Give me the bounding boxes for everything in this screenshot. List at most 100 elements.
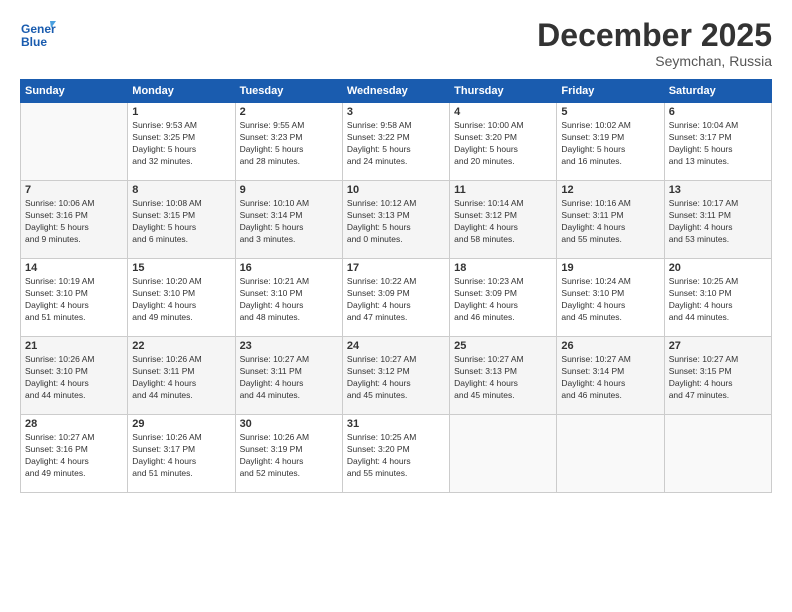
calendar-cell: 25 Sunrise: 10:27 AM Sunset: 3:13 PM Dayl… xyxy=(450,337,557,415)
header-day: Saturday xyxy=(664,80,771,103)
calendar-week-row: 1 Sunrise: 9:53 AM Sunset: 3:25 PM Daylig… xyxy=(21,103,772,181)
header-row: SundayMondayTuesdayWednesdayThursdayFrid… xyxy=(21,80,772,103)
calendar-cell: 6Sunrise: 10:04 AM Sunset: 3:17 PM Dayli… xyxy=(664,103,771,181)
calendar-week-row: 7 Sunrise: 10:06 AM Sunset: 3:16 PM Dayli… xyxy=(21,181,772,259)
day-info: Sunrise: 10:06 AM Sunset: 3:16 PM Daylig… xyxy=(25,198,123,246)
day-number: 3 xyxy=(347,106,445,118)
header-day: Thursday xyxy=(450,80,557,103)
day-number: 16 xyxy=(240,262,338,274)
title-block: December 2025 Seymchan, Russia xyxy=(537,18,772,69)
calendar-cell: 20Sunrise: 10:25 AM Sunset: 3:10 PM Dayl… xyxy=(664,259,771,337)
day-info: Sunrise: 10:16 AM Sunset: 3:11 PM Daylig… xyxy=(561,198,659,246)
calendar-cell: 18 Sunrise: 10:23 AM Sunset: 3:09 PM Dayl… xyxy=(450,259,557,337)
day-number: 30 xyxy=(240,418,338,430)
calendar-week-row: 14 Sunrise: 10:19 AM Sunset: 3:10 PM Dayl… xyxy=(21,259,772,337)
day-info: Sunrise: 10:27 AM Sunset: 3:15 PM Daylig… xyxy=(669,354,767,402)
logo-svg: General Blue xyxy=(20,18,56,54)
day-info: Sunrise: 10:26 AM Sunset: 3:17 PM Daylig… xyxy=(132,432,230,480)
calendar-cell: 19 Sunrise: 10:24 AM Sunset: 3:10 PM Dayl… xyxy=(557,259,664,337)
day-number: 12 xyxy=(561,184,659,196)
calendar-cell: 3 Sunrise: 9:58 AM Sunset: 3:22 PM Daylig… xyxy=(342,103,449,181)
calendar-cell: 4 Sunrise: 10:00 AM Sunset: 3:20 PM Dayli… xyxy=(450,103,557,181)
day-number: 13 xyxy=(669,184,767,196)
calendar-cell: 11 Sunrise: 10:14 AM Sunset: 3:12 PM Dayl… xyxy=(450,181,557,259)
svg-text:Blue: Blue xyxy=(21,35,47,49)
header-day: Sunday xyxy=(21,80,128,103)
day-info: Sunrise: 10:27 AM Sunset: 3:16 PM Daylig… xyxy=(25,432,123,480)
header: General Blue December 2025 Seymchan, Rus… xyxy=(20,18,772,69)
day-number: 28 xyxy=(25,418,123,430)
day-info: Sunrise: 10:19 AM Sunset: 3:10 PM Daylig… xyxy=(25,276,123,324)
calendar-table: SundayMondayTuesdayWednesdayThursdayFrid… xyxy=(20,79,772,493)
day-info: Sunrise: 10:00 AM Sunset: 3:20 PM Daylig… xyxy=(454,120,552,168)
day-number: 8 xyxy=(132,184,230,196)
day-info: Sunrise: 10:21 AM Sunset: 3:10 PM Daylig… xyxy=(240,276,338,324)
day-number: 19 xyxy=(561,262,659,274)
day-info: Sunrise: 10:17 AM Sunset: 3:11 PM Daylig… xyxy=(669,198,767,246)
day-number: 10 xyxy=(347,184,445,196)
calendar-cell: 16 Sunrise: 10:21 AM Sunset: 3:10 PM Dayl… xyxy=(235,259,342,337)
calendar-cell: 14 Sunrise: 10:19 AM Sunset: 3:10 PM Dayl… xyxy=(21,259,128,337)
day-info: Sunrise: 10:27 AM Sunset: 3:12 PM Daylig… xyxy=(347,354,445,402)
calendar-cell: 17 Sunrise: 10:22 AM Sunset: 3:09 PM Dayl… xyxy=(342,259,449,337)
day-number: 25 xyxy=(454,340,552,352)
calendar-cell: 8Sunrise: 10:08 AM Sunset: 3:15 PM Dayli… xyxy=(128,181,235,259)
day-number: 4 xyxy=(454,106,552,118)
day-info: Sunrise: 10:26 AM Sunset: 3:10 PM Daylig… xyxy=(25,354,123,402)
calendar-cell: 29 Sunrise: 10:26 AM Sunset: 3:17 PM Dayl… xyxy=(128,415,235,493)
calendar-cell: 9 Sunrise: 10:10 AM Sunset: 3:14 PM Dayli… xyxy=(235,181,342,259)
logo: General Blue xyxy=(20,18,56,54)
calendar-cell: 15 Sunrise: 10:20 AM Sunset: 3:10 PM Dayl… xyxy=(128,259,235,337)
day-number: 21 xyxy=(25,340,123,352)
day-info: Sunrise: 10:25 AM Sunset: 3:20 PM Daylig… xyxy=(347,432,445,480)
calendar-cell: 5Sunrise: 10:02 AM Sunset: 3:19 PM Dayli… xyxy=(557,103,664,181)
day-info: Sunrise: 10:26 AM Sunset: 3:19 PM Daylig… xyxy=(240,432,338,480)
day-number: 7 xyxy=(25,184,123,196)
day-number: 22 xyxy=(132,340,230,352)
day-info: Sunrise: 10:14 AM Sunset: 3:12 PM Daylig… xyxy=(454,198,552,246)
day-number: 29 xyxy=(132,418,230,430)
calendar-cell: 24 Sunrise: 10:27 AM Sunset: 3:12 PM Dayl… xyxy=(342,337,449,415)
day-number: 5 xyxy=(561,106,659,118)
calendar-cell: 21 Sunrise: 10:26 AM Sunset: 3:10 PM Dayl… xyxy=(21,337,128,415)
day-number: 15 xyxy=(132,262,230,274)
day-number: 1 xyxy=(132,106,230,118)
calendar-cell xyxy=(21,103,128,181)
day-info: Sunrise: 9:53 AM Sunset: 3:25 PM Dayligh… xyxy=(132,120,230,168)
day-info: Sunrise: 9:58 AM Sunset: 3:22 PM Dayligh… xyxy=(347,120,445,168)
calendar-cell: 13 Sunrise: 10:17 AM Sunset: 3:11 PM Dayl… xyxy=(664,181,771,259)
day-info: Sunrise: 10:27 AM Sunset: 3:13 PM Daylig… xyxy=(454,354,552,402)
day-number: 27 xyxy=(669,340,767,352)
day-info: Sunrise: 10:24 AM Sunset: 3:10 PM Daylig… xyxy=(561,276,659,324)
calendar-week-row: 28 Sunrise: 10:27 AM Sunset: 3:16 PM Dayl… xyxy=(21,415,772,493)
calendar-cell: 31Sunrise: 10:25 AM Sunset: 3:20 PM Dayl… xyxy=(342,415,449,493)
day-number: 26 xyxy=(561,340,659,352)
day-info: Sunrise: 10:10 AM Sunset: 3:14 PM Daylig… xyxy=(240,198,338,246)
page: General Blue December 2025 Seymchan, Rus… xyxy=(0,0,792,612)
day-info: Sunrise: 10:26 AM Sunset: 3:11 PM Daylig… xyxy=(132,354,230,402)
day-info: Sunrise: 10:22 AM Sunset: 3:09 PM Daylig… xyxy=(347,276,445,324)
day-number: 20 xyxy=(669,262,767,274)
day-number: 14 xyxy=(25,262,123,274)
calendar-cell: 7 Sunrise: 10:06 AM Sunset: 3:16 PM Dayli… xyxy=(21,181,128,259)
day-number: 24 xyxy=(347,340,445,352)
header-day: Monday xyxy=(128,80,235,103)
day-number: 2 xyxy=(240,106,338,118)
calendar-cell: 10Sunrise: 10:12 AM Sunset: 3:13 PM Dayl… xyxy=(342,181,449,259)
day-number: 23 xyxy=(240,340,338,352)
day-number: 9 xyxy=(240,184,338,196)
calendar-cell: 23Sunrise: 10:27 AM Sunset: 3:11 PM Dayl… xyxy=(235,337,342,415)
day-info: Sunrise: 10:23 AM Sunset: 3:09 PM Daylig… xyxy=(454,276,552,324)
day-number: 18 xyxy=(454,262,552,274)
day-number: 17 xyxy=(347,262,445,274)
calendar-cell xyxy=(664,415,771,493)
day-info: Sunrise: 10:27 AM Sunset: 3:14 PM Daylig… xyxy=(561,354,659,402)
day-info: Sunrise: 10:20 AM Sunset: 3:10 PM Daylig… xyxy=(132,276,230,324)
calendar-cell: 1 Sunrise: 9:53 AM Sunset: 3:25 PM Daylig… xyxy=(128,103,235,181)
location: Seymchan, Russia xyxy=(537,53,772,69)
header-day: Tuesday xyxy=(235,80,342,103)
day-number: 11 xyxy=(454,184,552,196)
calendar-cell xyxy=(450,415,557,493)
calendar-cell: 30 Sunrise: 10:26 AM Sunset: 3:19 PM Dayl… xyxy=(235,415,342,493)
day-info: Sunrise: 10:04 AM Sunset: 3:17 PM Daylig… xyxy=(669,120,767,168)
